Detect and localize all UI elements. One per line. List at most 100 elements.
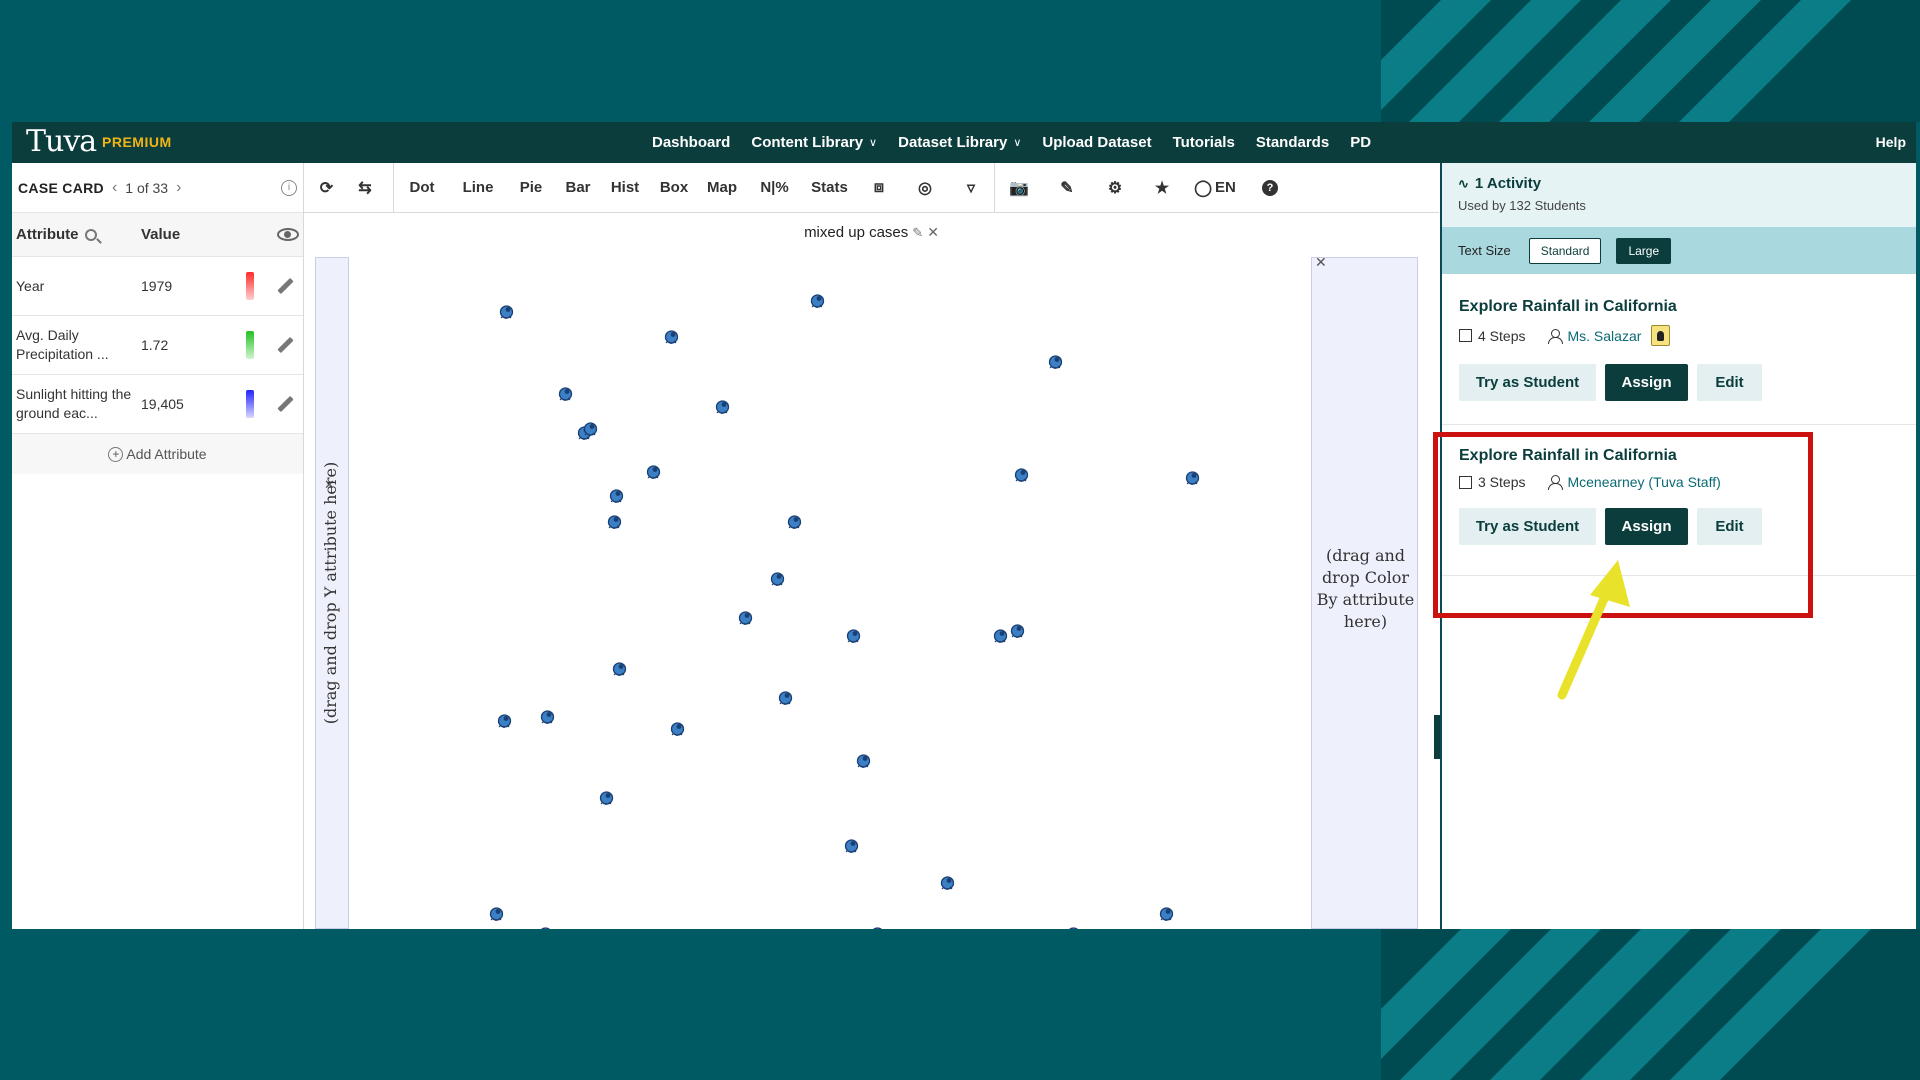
- case-point[interactable]: [663, 328, 680, 345]
- case-point[interactable]: [611, 660, 628, 677]
- attribute-name[interactable]: Avg. Daily Precipitation ...: [16, 326, 141, 364]
- case-card-row: Avg. Daily Precipitation ... 1.72: [12, 316, 303, 375]
- case-point[interactable]: [1184, 469, 1201, 486]
- nav-dashboard[interactable]: Dashboard: [652, 134, 730, 151]
- color-swatch[interactable]: [246, 390, 254, 418]
- nav-upload-dataset[interactable]: Upload Dataset: [1042, 134, 1151, 151]
- lightbulb-icon[interactable]: [1651, 325, 1671, 346]
- case-point[interactable]: [714, 398, 731, 415]
- close-icon[interactable]: ✕: [1315, 254, 1327, 271]
- shuffle-icon[interactable]: ⇆: [349, 163, 381, 213]
- case-point[interactable]: [557, 385, 574, 402]
- brush-icon[interactable]: ✎: [1043, 163, 1091, 213]
- activity-author[interactable]: Ms. Salazar: [1567, 328, 1641, 344]
- case-point[interactable]: [769, 570, 786, 587]
- toolbar-pie-button[interactable]: Pie: [506, 163, 556, 213]
- pencil-icon[interactable]: [276, 278, 292, 294]
- filter-icon[interactable]: ▿: [948, 163, 994, 213]
- case-point[interactable]: [496, 712, 513, 729]
- ruler-icon[interactable]: ⧈: [856, 163, 902, 213]
- case-point[interactable]: [669, 720, 686, 737]
- y-axis-drop-zone[interactable]: ✕ (drag and drop Y attribute here): [315, 257, 349, 929]
- person-icon: [1548, 328, 1564, 344]
- case-point[interactable]: [786, 513, 803, 530]
- help-circle-icon[interactable]: ?: [1245, 163, 1295, 213]
- case-point[interactable]: [992, 627, 1009, 644]
- pencil-icon[interactable]: [276, 337, 292, 353]
- target-icon[interactable]: ◎: [902, 163, 948, 213]
- case-point[interactable]: [606, 513, 623, 530]
- case-point[interactable]: [645, 463, 662, 480]
- help-link[interactable]: Help: [1876, 134, 1906, 150]
- case-point[interactable]: [845, 627, 862, 644]
- gear-icon[interactable]: ⚙: [1091, 163, 1139, 213]
- edit-button[interactable]: Edit: [1697, 364, 1762, 401]
- activity-title[interactable]: Explore Rainfall in California: [1459, 298, 1901, 316]
- toolbar-stats-button[interactable]: Stats: [803, 163, 856, 213]
- language-button[interactable]: ◯ EN: [1185, 163, 1245, 213]
- pencil-icon[interactable]: [276, 396, 292, 412]
- case-point[interactable]: [537, 925, 554, 929]
- close-icon[interactable]: ✕: [927, 224, 939, 240]
- toolbar-line-button[interactable]: Line: [450, 163, 506, 213]
- case-point[interactable]: [498, 303, 515, 320]
- case-point[interactable]: [1047, 353, 1064, 370]
- nav-label: Dashboard: [652, 134, 731, 151]
- toolbar-hist-button[interactable]: Hist: [600, 163, 650, 213]
- attribute-name[interactable]: Year: [16, 277, 141, 296]
- text-size-standard-button[interactable]: Standard: [1528, 237, 1602, 264]
- toolbar-bar-button[interactable]: Bar: [556, 163, 600, 213]
- case-point[interactable]: [855, 752, 872, 769]
- case-point[interactable]: [777, 689, 794, 706]
- top-navbar: Tuva PREMIUM Dashboard Content Library ∨ Da…: [12, 122, 1916, 163]
- add-attribute-button[interactable]: + Add Attribute: [12, 434, 303, 474]
- toolbar-n-button[interactable]: N|%: [746, 163, 803, 213]
- case-point[interactable]: [539, 708, 556, 725]
- text-size-large-button[interactable]: Large: [1616, 237, 1672, 264]
- color-swatch[interactable]: [246, 331, 254, 359]
- case-point[interactable]: [869, 925, 886, 929]
- try-as-student-button[interactable]: Try as Student: [1459, 364, 1596, 401]
- pencil-icon[interactable]: ✎: [912, 225, 923, 240]
- pointer-arrow: [1557, 560, 1630, 700]
- reset-icon[interactable]: ⟳: [304, 163, 349, 213]
- toolbar-map-button[interactable]: Map: [698, 163, 746, 213]
- nav-standards[interactable]: Standards: [1256, 134, 1329, 151]
- toolbar-dot-button[interactable]: Dot: [394, 163, 450, 213]
- attribute-value[interactable]: 1979: [141, 278, 241, 294]
- next-case-icon[interactable]: ›: [176, 179, 181, 197]
- case-point[interactable]: [1009, 622, 1026, 639]
- case-point[interactable]: [598, 789, 615, 806]
- case-point[interactable]: [582, 420, 599, 437]
- graph-title[interactable]: mixed up cases: [804, 224, 908, 241]
- case-point[interactable]: [488, 905, 505, 922]
- case-point[interactable]: [939, 874, 956, 891]
- camera-icon[interactable]: 📷: [995, 163, 1043, 213]
- assign-button[interactable]: Assign: [1605, 364, 1688, 401]
- case-point[interactable]: [737, 609, 754, 626]
- tuva-logo[interactable]: Tuva: [26, 125, 97, 159]
- color-swatch[interactable]: [246, 272, 254, 300]
- color-by-drop-zone[interactable]: ✕ (drag and drop Color By attribute here…: [1311, 254, 1418, 929]
- used-by-text: Used by 132 Students: [1458, 198, 1586, 213]
- attribute-value[interactable]: 19,405: [141, 396, 241, 412]
- case-point[interactable]: [1065, 925, 1082, 929]
- accessibility-icon[interactable]: ★: [1139, 163, 1185, 213]
- nav-content-library[interactable]: Content Library ∨: [751, 134, 877, 151]
- attribute-value[interactable]: 1.72: [141, 337, 241, 353]
- toolbar-box-button[interactable]: Box: [650, 163, 698, 213]
- case-point[interactable]: [843, 837, 860, 854]
- case-point[interactable]: [1158, 905, 1175, 922]
- case-point[interactable]: [809, 292, 826, 309]
- search-icon[interactable]: [84, 228, 97, 241]
- prev-case-icon[interactable]: ‹: [112, 179, 117, 197]
- case-point[interactable]: [608, 487, 625, 504]
- case-point[interactable]: [1013, 466, 1030, 483]
- eye-icon[interactable]: [277, 228, 299, 241]
- nav-pd[interactable]: PD: [1350, 134, 1371, 151]
- attribute-name[interactable]: Sunlight hitting the ground eac...: [16, 385, 141, 423]
- info-icon[interactable]: i: [281, 179, 297, 196]
- nav-dataset-library[interactable]: Dataset Library ∨: [898, 134, 1021, 151]
- plot-area[interactable]: [349, 257, 1311, 929]
- nav-tutorials[interactable]: Tutorials: [1173, 134, 1235, 151]
